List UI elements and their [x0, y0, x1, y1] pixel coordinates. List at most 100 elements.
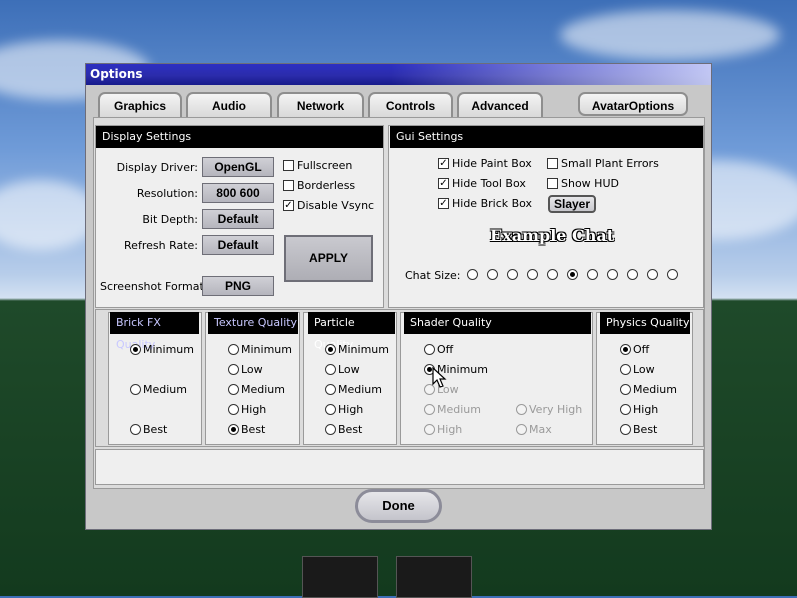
- chat-size-radio[interactable]: [587, 269, 598, 280]
- shader-option-very-high: Very High: [516, 403, 582, 416]
- small-plant-errors-box[interactable]: [547, 158, 558, 169]
- tab-network[interactable]: Network: [277, 92, 364, 117]
- particle-option-minimum[interactable]: Minimum: [325, 343, 389, 356]
- fullscreen-checkbox[interactable]: Fullscreen: [283, 159, 352, 172]
- small-plant-errors-checkbox[interactable]: Small Plant Errors: [547, 157, 659, 170]
- particle-option-best[interactable]: Best: [325, 423, 362, 436]
- tab-controls[interactable]: Controls: [368, 92, 453, 117]
- tab-advanced[interactable]: Advanced: [457, 92, 543, 117]
- particle-option-medium[interactable]: Medium: [325, 383, 382, 396]
- chat-size-radio[interactable]: [667, 269, 678, 280]
- done-button[interactable]: Done: [355, 489, 442, 523]
- radio-label: Medium: [633, 383, 677, 396]
- refresh-rate-button[interactable]: Default: [202, 235, 274, 255]
- disable-vsync-box[interactable]: ✓: [283, 200, 294, 211]
- show-hud-box[interactable]: [547, 178, 558, 189]
- bit-depth-label: Bit Depth:: [142, 213, 198, 226]
- borderless-box[interactable]: [283, 180, 294, 191]
- radio-dot: [516, 424, 527, 435]
- radio-dot[interactable]: [620, 384, 631, 395]
- tab-audio[interactable]: Audio: [186, 92, 272, 117]
- disable-vsync-label: Disable Vsync: [297, 199, 375, 212]
- radio-dot[interactable]: [130, 344, 141, 355]
- window-titlebar[interactable]: Options: [86, 64, 711, 85]
- texture-option-low[interactable]: Low: [228, 363, 263, 376]
- hide-tool-box-box[interactable]: ✓: [438, 178, 449, 189]
- hide-paint-box-checkbox[interactable]: ✓ Hide Paint Box: [438, 157, 532, 170]
- apply-button[interactable]: APPLY: [284, 235, 373, 282]
- radio-label: Minimum: [241, 343, 292, 356]
- radio-dot[interactable]: [325, 344, 336, 355]
- screenshot-format-label: Screenshot Format:: [100, 280, 208, 293]
- chat-size-label: Chat Size:: [405, 269, 461, 282]
- texture-option-minimum[interactable]: Minimum: [228, 343, 292, 356]
- avatar-options-button[interactable]: AvatarOptions: [578, 92, 688, 116]
- slayer-button[interactable]: Slayer: [548, 195, 596, 213]
- chat-size-radio[interactable]: [467, 269, 478, 280]
- radio-dot: [424, 404, 435, 415]
- texture-option-medium[interactable]: Medium: [228, 383, 285, 396]
- chat-size-radio[interactable]: [487, 269, 498, 280]
- brick-fx-option-medium[interactable]: Medium: [130, 383, 187, 396]
- brick-fx-option-minimum[interactable]: Minimum: [130, 343, 194, 356]
- radio-dot[interactable]: [228, 344, 239, 355]
- radio-label: High: [241, 403, 267, 416]
- physics-option-high[interactable]: High: [620, 403, 658, 416]
- show-hud-checkbox[interactable]: Show HUD: [547, 177, 619, 190]
- disable-vsync-checkbox[interactable]: ✓ Disable Vsync: [283, 199, 374, 212]
- radio-label: Medium: [338, 383, 382, 396]
- chat-size-radio[interactable]: [567, 269, 578, 280]
- fullscreen-box[interactable]: [283, 160, 294, 171]
- resolution-button[interactable]: 800 600: [202, 183, 274, 203]
- status-area: [95, 449, 704, 485]
- radio-dot[interactable]: [228, 384, 239, 395]
- chat-size-radio[interactable]: [547, 269, 558, 280]
- radio-dot: [424, 424, 435, 435]
- chat-size-radio[interactable]: [507, 269, 518, 280]
- radio-dot[interactable]: [620, 344, 631, 355]
- chat-size-radio[interactable]: [647, 269, 658, 280]
- mouse-cursor-icon: [432, 366, 447, 388]
- radio-dot[interactable]: [228, 404, 239, 415]
- physics-option-best[interactable]: Best: [620, 423, 657, 436]
- radio-dot[interactable]: [325, 424, 336, 435]
- brick-fx-option-best[interactable]: Best: [130, 423, 167, 436]
- radio-label: Minimum: [143, 343, 194, 356]
- bit-depth-button[interactable]: Default: [202, 209, 274, 229]
- sky-cloud: [560, 10, 780, 60]
- radio-dot[interactable]: [620, 364, 631, 375]
- radio-label: Minimum: [338, 343, 389, 356]
- shader-option-off[interactable]: Off: [424, 343, 453, 356]
- physics-option-low[interactable]: Low: [620, 363, 655, 376]
- hide-tool-box-checkbox[interactable]: ✓ Hide Tool Box: [438, 177, 526, 190]
- chat-size-radio[interactable]: [527, 269, 538, 280]
- hide-brick-box-checkbox[interactable]: ✓ Hide Brick Box: [438, 197, 532, 210]
- particle-option-low[interactable]: Low: [325, 363, 360, 376]
- particle-option-high[interactable]: High: [325, 403, 363, 416]
- radio-dot[interactable]: [325, 384, 336, 395]
- radio-dot[interactable]: [424, 344, 435, 355]
- texture-option-best[interactable]: Best: [228, 423, 265, 436]
- borderless-checkbox[interactable]: Borderless: [283, 179, 355, 192]
- tab-graphics[interactable]: Graphics: [98, 92, 182, 117]
- shader-option-medium: Medium: [424, 403, 481, 416]
- physics-option-medium[interactable]: Medium: [620, 383, 677, 396]
- radio-dot[interactable]: [325, 364, 336, 375]
- screenshot-format-button[interactable]: PNG: [202, 276, 274, 296]
- hide-paint-box-box[interactable]: ✓: [438, 158, 449, 169]
- chat-size-radio[interactable]: [607, 269, 618, 280]
- physics-option-off[interactable]: Off: [620, 343, 649, 356]
- shader-option-high: High: [424, 423, 462, 436]
- radio-dot[interactable]: [620, 404, 631, 415]
- radio-dot[interactable]: [130, 384, 141, 395]
- hide-brick-box-box[interactable]: ✓: [438, 198, 449, 209]
- radio-dot[interactable]: [325, 404, 336, 415]
- radio-dot[interactable]: [228, 424, 239, 435]
- show-hud-label: Show HUD: [561, 177, 619, 190]
- texture-option-high[interactable]: High: [228, 403, 266, 416]
- radio-dot[interactable]: [620, 424, 631, 435]
- radio-dot[interactable]: [228, 364, 239, 375]
- radio-dot[interactable]: [130, 424, 141, 435]
- display-driver-button[interactable]: OpenGL: [202, 157, 274, 177]
- chat-size-radio[interactable]: [627, 269, 638, 280]
